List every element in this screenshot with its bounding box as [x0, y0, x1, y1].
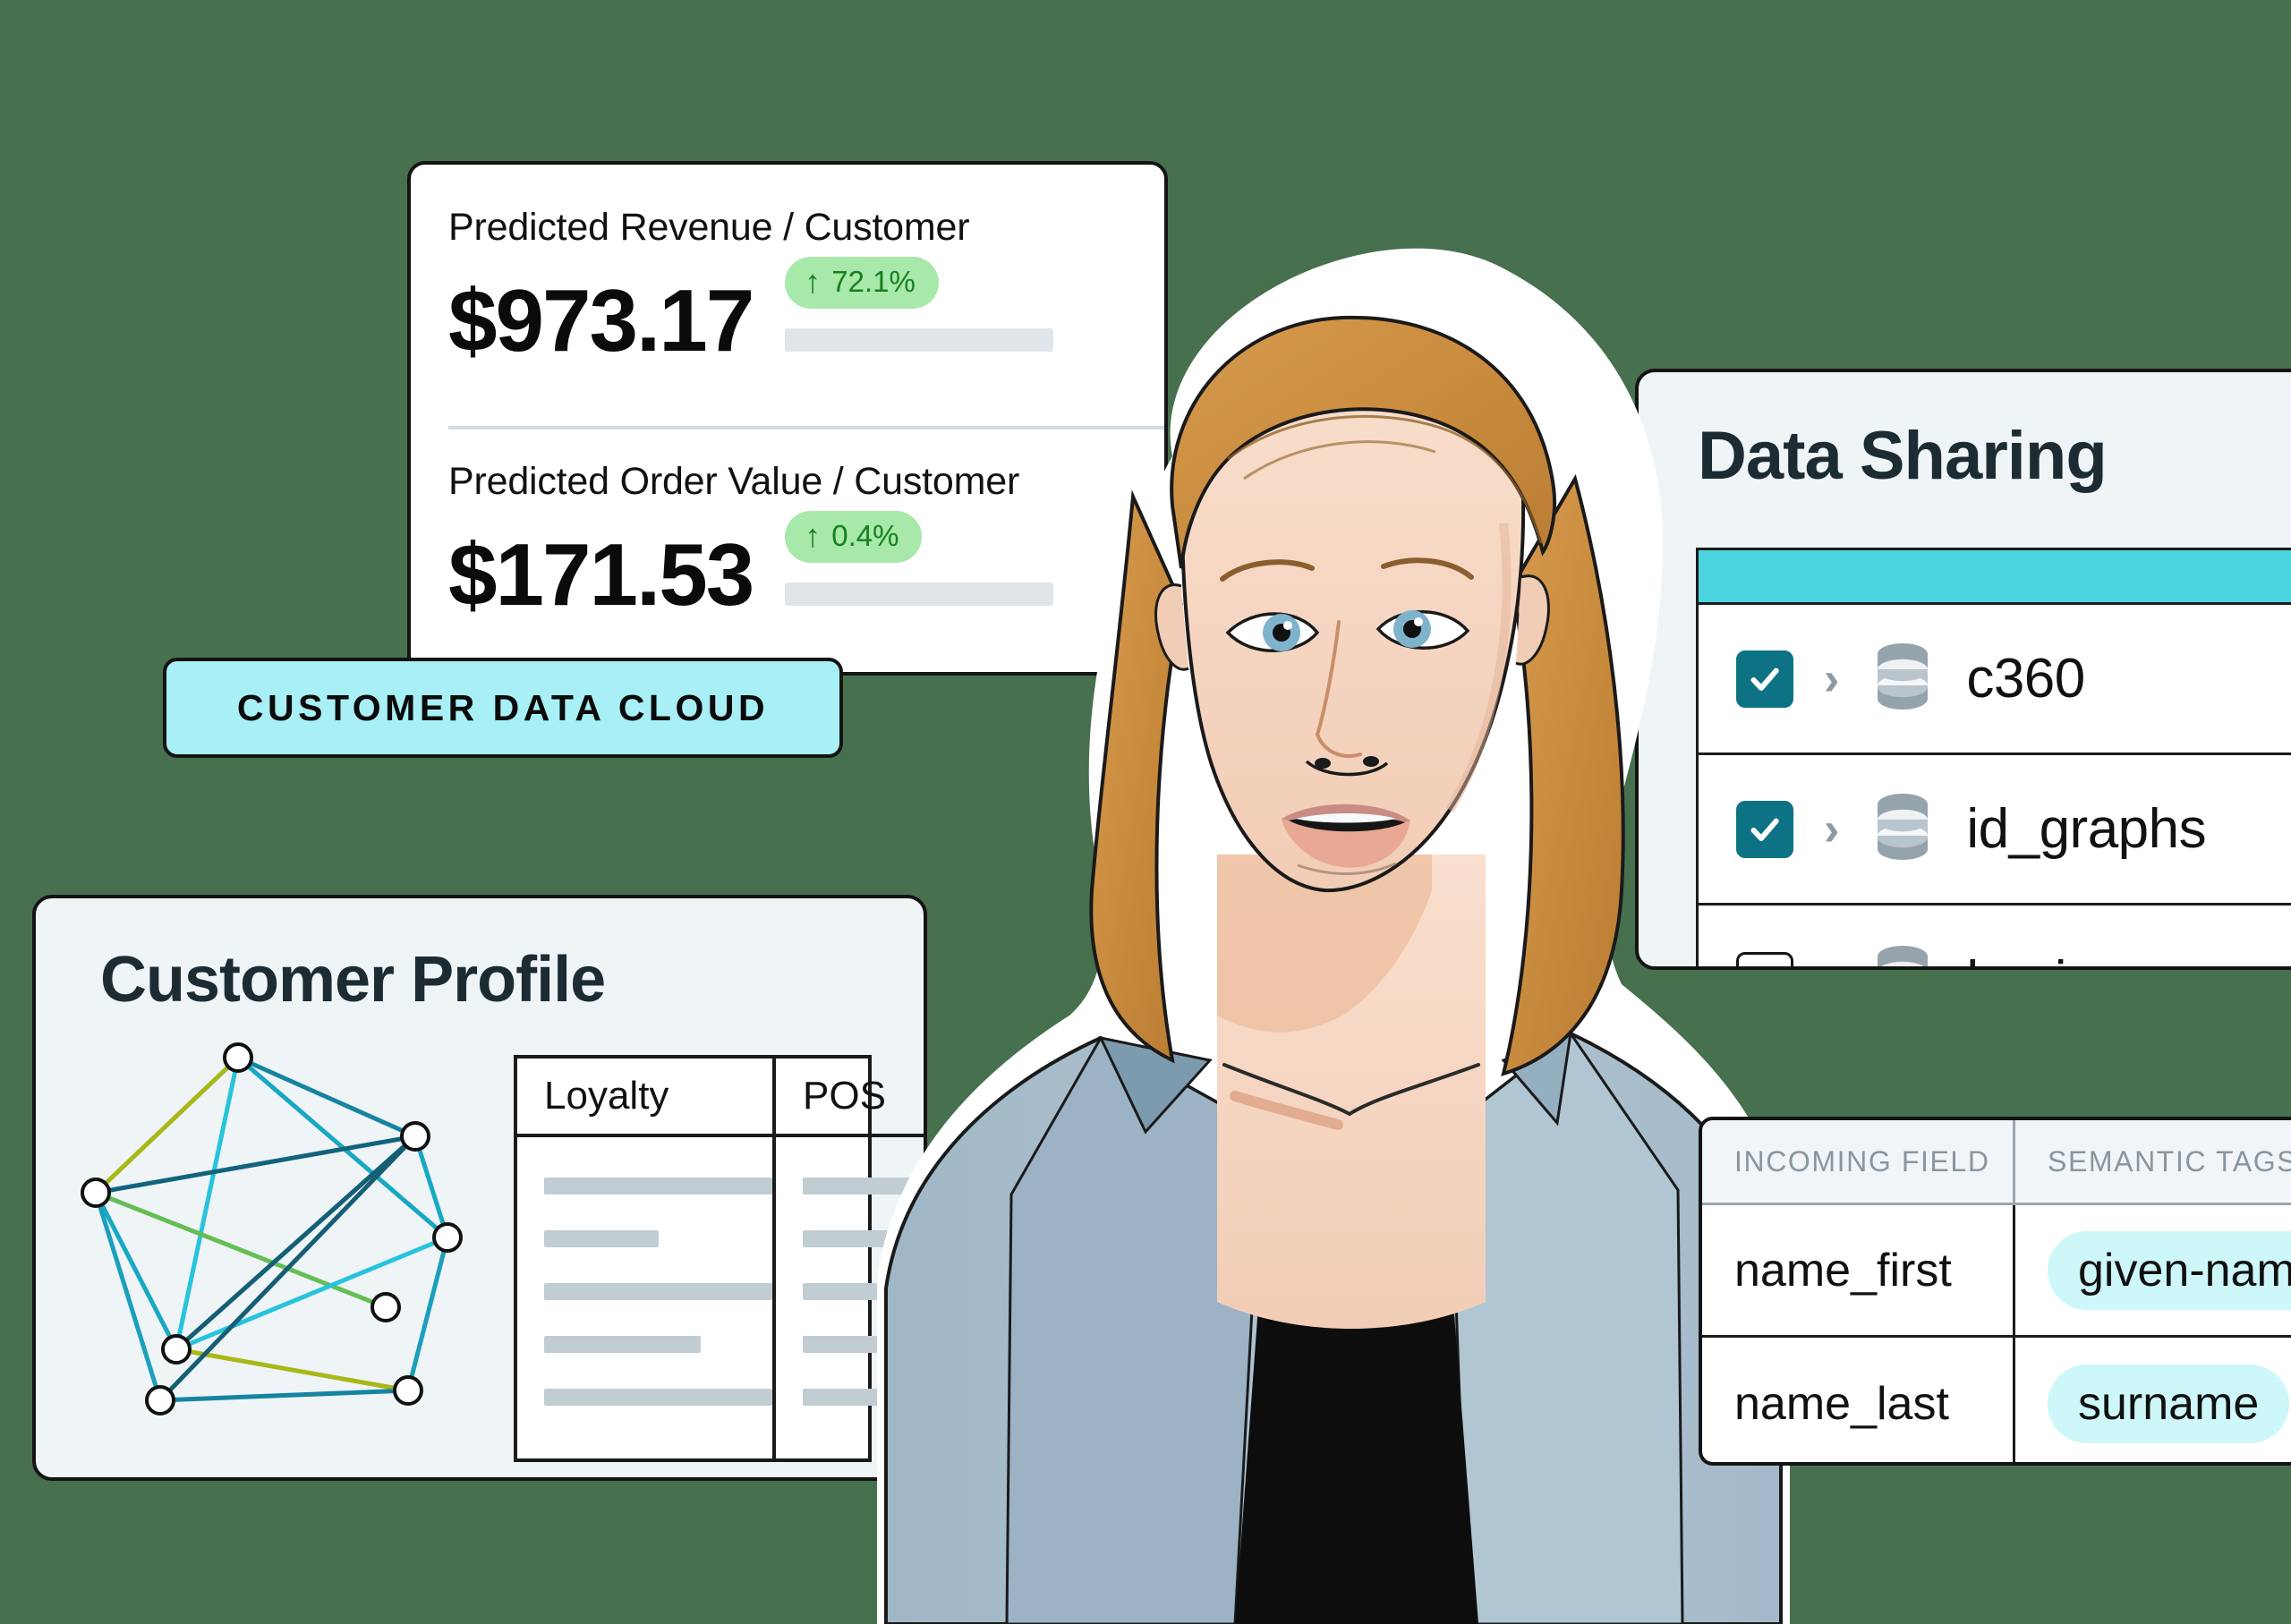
- customer-profile-title: Customer Profile: [100, 944, 606, 1016]
- column-header-semantic-tags: SEMANTIC TAGS: [2048, 1144, 2291, 1178]
- graph-node[interactable]: [145, 1385, 175, 1416]
- graph-edge: [235, 1055, 418, 1139]
- table-row[interactable]: name_first given-name: [1702, 1205, 2291, 1338]
- arrow-up-icon: ↑: [805, 517, 822, 554]
- graph-node[interactable]: [81, 1178, 111, 1208]
- database-icon: [1869, 792, 1936, 866]
- graph-edge: [158, 1388, 411, 1403]
- customer-data-cloud-badge: CUSTOMER DATA CLOUD: [163, 658, 843, 758]
- semantic-tag-chip[interactable]: given-name: [2048, 1230, 2291, 1310]
- chevron-right-icon[interactable]: ›: [1824, 656, 1839, 702]
- database-icon: [1869, 642, 1936, 716]
- loyalty-placeholder-list: [517, 1137, 772, 1406]
- graph-node[interactable]: [393, 1375, 423, 1406]
- customer-profile-panel: Customer Profile Loyalty POS: [32, 895, 927, 1481]
- graph-edge: [174, 1235, 450, 1352]
- identity-graph-diagram: [81, 1042, 463, 1416]
- column-header-loyalty: Loyalty: [517, 1059, 772, 1137]
- graph-edge: [174, 1347, 411, 1393]
- field-mapping-table: INCOMING FIELD SEMANTIC TAGS name_first …: [1699, 1117, 2291, 1466]
- table-header-row: INCOMING FIELD SEMANTIC TAGS: [1702, 1120, 2291, 1205]
- chevron-right-icon[interactable]: ›: [1824, 806, 1839, 853]
- graph-node[interactable]: [432, 1222, 463, 1253]
- metric-value: $171.53: [448, 525, 754, 624]
- woman-portrait-illustration: [877, 228, 1790, 1624]
- metric-value: $973.17: [448, 271, 754, 370]
- placeholder-bar: [544, 1283, 772, 1300]
- semantic-tag-cell: surname: [2015, 1338, 2291, 1462]
- placeholder-bar: [544, 1336, 701, 1353]
- graph-node[interactable]: [223, 1042, 253, 1073]
- placeholder-bar: [544, 1389, 772, 1406]
- graph-node[interactable]: [370, 1292, 401, 1322]
- loyalty-pos-table: Loyalty POS: [514, 1055, 924, 1462]
- incoming-field-value: name_first: [1702, 1205, 2015, 1335]
- graph-node[interactable]: [161, 1334, 192, 1365]
- semantic-tag-cell: given-name: [2015, 1205, 2291, 1335]
- placeholder-bar: [544, 1230, 659, 1247]
- hero-illustration-stage: Predicted Revenue / Customer $973.17 ↑ 7…: [0, 0, 2291, 1624]
- chevron-right-icon[interactable]: ›: [1824, 957, 1839, 966]
- graph-edge: [405, 1235, 450, 1393]
- graph-edge: [174, 1055, 241, 1352]
- dataset-name: id_graphs: [1966, 798, 2207, 860]
- semantic-tag-chip[interactable]: surname: [2048, 1365, 2290, 1443]
- dataset-name: c360: [1966, 648, 2085, 710]
- loyalty-column: Loyalty: [517, 1059, 772, 1458]
- database-icon: [1869, 944, 1936, 966]
- table-row[interactable]: name_last surname: [1702, 1338, 2291, 1462]
- graph-node[interactable]: [400, 1121, 430, 1152]
- incoming-field-value: name_last: [1702, 1338, 2015, 1462]
- column-header-incoming-field: INCOMING FIELD: [1702, 1120, 2015, 1203]
- badge-label: CUSTOMER DATA CLOUD: [236, 686, 770, 728]
- dataset-name: business: [1966, 949, 2182, 967]
- placeholder-bar: [544, 1178, 772, 1195]
- arrow-up-icon: ↑: [805, 263, 822, 300]
